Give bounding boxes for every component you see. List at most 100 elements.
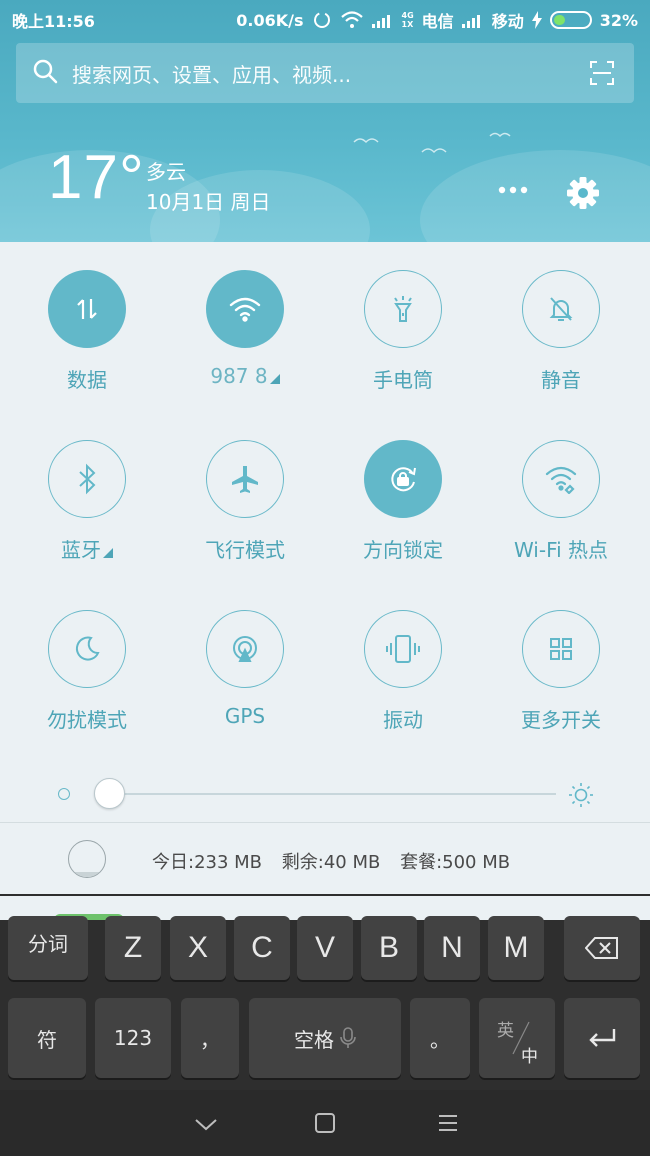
bell-off-icon [522,270,600,348]
tile-rotation-lock[interactable]: 方向锁定 [328,440,478,570]
data-usage-text: 今日:233 MB 剩余:40 MB 套餐:500 MB [152,848,524,874]
tile-more-toggles[interactable]: 更多开关 [486,610,636,740]
hotspot-icon [522,440,600,518]
key-n[interactable]: N [424,916,480,980]
tile-hotspot[interactable]: Wi-Fi 热点 [486,440,636,570]
enter-icon [589,1029,616,1047]
tile-silent[interactable]: 静音 [486,270,636,400]
battery-percent: 32% [599,10,638,30]
tile-data[interactable]: 数据 [12,270,162,400]
expand-arrow-icon [269,374,280,384]
key-numbers[interactable]: 123 [95,998,171,1078]
tile-label: 振动 [383,708,423,732]
rotation-lock-icon [364,440,442,518]
charging-icon [531,11,542,29]
tile-airplane[interactable]: 飞行模式 [170,440,320,570]
status-time: 晚上11:56 [12,12,95,31]
birds-decoration [353,132,511,154]
space-label: 空格 [294,1027,334,1052]
carrier-2: 移动 [491,12,524,31]
tile-label: 数据 [67,368,107,392]
scan-icon[interactable] [590,61,614,89]
tile-label: GPS [224,704,266,728]
key-segment[interactable]: 分词 [8,916,88,980]
home-square-icon[interactable] [314,1112,336,1138]
key-x[interactable]: X [170,916,226,980]
grid-icon [522,610,600,688]
tile-label: 更多开关 [521,708,601,732]
usage-plan: 套餐:500 MB [400,852,511,873]
quick-settings-panel: 数据 987 8 手电筒 静音 蓝牙 飞行模式 方向锁定 Wi-Fi 热点 勿扰… [0,242,650,894]
data-arrows-icon [48,270,126,348]
expand-arrow-icon [103,548,113,558]
backspace-icon [585,937,618,959]
key-language-switch[interactable]: 英 中 [479,998,555,1078]
tile-do-not-disturb[interactable]: 勿扰模式 [12,610,162,740]
vibrate-icon [364,610,442,688]
notification-header: 晚上11:56 0.06K/s 4G 1X 电信 移动 32% 搜索网页、设置、… [0,0,650,242]
tile-flashlight[interactable]: 手电筒 [328,270,478,400]
key-comma[interactable]: ， [181,998,239,1078]
usage-remaining: 剩余:40 MB [281,852,381,873]
tile-label: 方向锁定 [363,538,443,562]
backspace-key[interactable] [564,916,640,980]
data-usage-row[interactable]: 今日:233 MB 剩余:40 MB 套餐:500 MB [0,832,650,884]
key-symbols[interactable]: 符 [8,998,86,1078]
key-m[interactable]: M [488,916,544,980]
tile-label: Wi-Fi 热点 [513,538,609,562]
key-period[interactable]: 。 [410,998,470,1078]
tile-label: 飞行模式 [205,538,285,562]
tile-wifi[interactable]: 987 8 [170,270,320,400]
slash-divider [512,1021,530,1055]
weather-date: 10月1日 周日 [146,190,271,214]
tile-label: 987 8 [210,364,280,388]
brightness-low-icon [58,788,70,800]
network-speed: 0.06K/s [236,10,304,30]
wifi-status-icon [340,11,364,29]
wifi-icon [206,270,284,348]
key-z[interactable]: Z [105,916,161,980]
key-v[interactable]: V [297,916,353,980]
signal-icon [461,12,484,28]
moon-icon [48,610,126,688]
slider-track[interactable] [96,793,556,795]
search-icon [32,58,58,88]
divider [0,822,650,823]
bluetooth-icon [48,440,126,518]
weather-condition: 多云 [146,160,186,184]
microphone-icon [340,1027,356,1048]
flashlight-icon [364,270,442,348]
tile-label: 蓝牙 [61,534,113,563]
tile-vibrate[interactable]: 振动 [328,610,478,740]
gps-icon [206,610,284,688]
carrier-1: 电信 [421,12,454,31]
battery-icon [549,11,592,29]
tile-gps[interactable]: GPS [170,610,320,740]
more-options-icon[interactable] [498,180,528,199]
slider-knob[interactable] [94,778,125,809]
brightness-slider[interactable] [0,762,650,809]
network-type: 4G 1X [401,11,414,29]
brightness-high-icon [568,782,594,812]
weather-temperature[interactable]: 17° [48,142,145,213]
sync-icon [312,10,332,30]
search-bar[interactable]: 搜索网页、设置、应用、视频... [16,43,634,103]
usage-today: 今日:233 MB [152,852,263,873]
tile-label: 静音 [541,368,581,392]
status-bar: 晚上11:56 0.06K/s 4G 1X 电信 移动 32% [0,0,650,36]
key-space[interactable]: 空格 [249,998,401,1078]
search-placeholder: 搜索网页、设置、应用、视频... [72,62,352,87]
tile-label: 手电筒 [373,368,433,392]
menu-icon[interactable] [437,1112,459,1138]
tile-bluetooth[interactable]: 蓝牙 [12,440,162,570]
navigation-bar [0,1090,650,1156]
settings-gear-icon[interactable] [566,176,600,214]
enter-key[interactable] [564,998,640,1078]
key-b[interactable]: B [361,916,417,980]
key-c[interactable]: C [234,916,290,980]
chevron-down-icon[interactable] [194,1112,218,1140]
signal-icon [371,12,394,28]
data-usage-gauge [68,840,106,878]
keyboard: 分词 Z X C V B N M 符 123 ， 空格 。 英 中 [0,916,650,1090]
tile-label: 勿扰模式 [47,708,127,732]
